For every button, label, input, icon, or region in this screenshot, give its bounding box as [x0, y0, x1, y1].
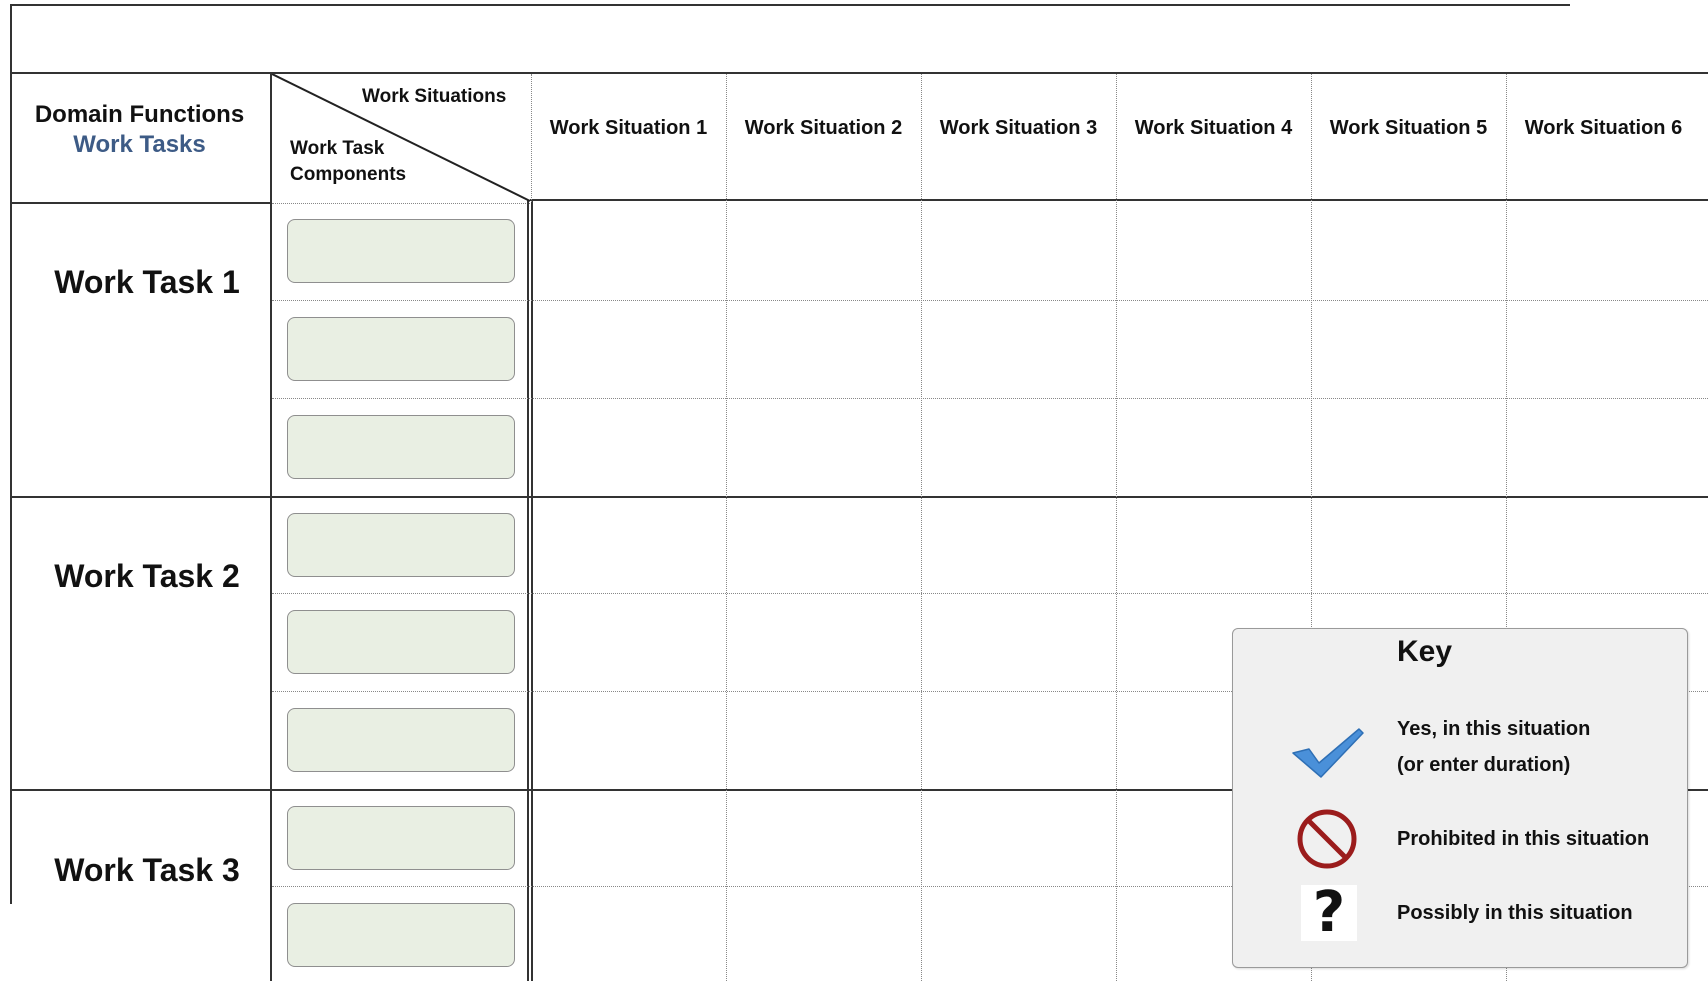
- task-separator-1: [10, 496, 1708, 498]
- header-bottom-line-left: [10, 202, 272, 204]
- work-task-component-box[interactable]: [287, 903, 515, 967]
- work-task-component-box[interactable]: [287, 806, 515, 870]
- component-column-divider-2: [531, 200, 533, 981]
- key-legend-panel: Key Yes, in this situation (or enter dur…: [1232, 628, 1688, 968]
- column-header-work-situation-5: Work Situation 5: [1329, 117, 1488, 139]
- check-icon: [1292, 728, 1364, 778]
- column-header-work-situation-1: Work Situation 1: [549, 117, 708, 139]
- work-task-2-label: Work Task 2: [54, 558, 240, 594]
- header-top-line: [10, 72, 1708, 74]
- work-task-component-box[interactable]: [287, 708, 515, 772]
- question-icon: ?: [1301, 885, 1357, 941]
- task-column-divider: [270, 72, 272, 981]
- key-possibly-text: Possibly in this situation: [1397, 902, 1633, 924]
- row-separator: [272, 593, 1708, 594]
- row-separator: [272, 398, 1708, 399]
- work-task-component-box[interactable]: [287, 415, 515, 479]
- work-tasks-label: Work Tasks: [73, 131, 206, 158]
- header-bottom-line-right: [530, 199, 1708, 201]
- work-task-components-label: Work Task Components: [290, 136, 406, 188]
- work-task-component-box[interactable]: [287, 219, 515, 283]
- work-task-3-label: Work Task 3: [54, 852, 240, 888]
- work-task-component-box[interactable]: [287, 317, 515, 381]
- column-separator: [921, 74, 922, 981]
- row-separator: [272, 300, 1708, 301]
- work-task-components-line2: Components: [290, 164, 407, 185]
- prohibited-icon: [1297, 809, 1357, 869]
- work-task-components-line1: Work Task: [290, 138, 385, 159]
- key-title: Key: [1397, 635, 1453, 668]
- work-task-component-box[interactable]: [287, 610, 515, 674]
- work-situations-label: Work Situations: [362, 86, 507, 107]
- key-yes-line2: (or enter duration): [1397, 754, 1571, 776]
- key-yes-text: Yes, in this situation (or enter duratio…: [1397, 711, 1590, 783]
- column-header-work-situation-6: Work Situation 6: [1524, 117, 1683, 139]
- key-yes-line1: Yes, in this situation: [1397, 718, 1591, 740]
- header-bottom-dotted: [272, 203, 530, 204]
- column-separator: [1116, 74, 1117, 981]
- key-prohibited-text: Prohibited in this situation: [1397, 828, 1650, 850]
- domain-functions-label: Domain Functions: [34, 101, 245, 128]
- domain-functions-header: Domain Functions Work Tasks: [12, 100, 267, 160]
- column-header-work-situation-2: Work Situation 2: [744, 117, 903, 139]
- work-task-1-label: Work Task 1: [54, 264, 240, 300]
- component-column-divider-1: [527, 200, 529, 981]
- column-header-work-situation-3: Work Situation 3: [939, 117, 1098, 139]
- column-separator: [726, 74, 727, 981]
- column-header-work-situation-4: Work Situation 4: [1134, 117, 1293, 139]
- work-task-component-box[interactable]: [287, 513, 515, 577]
